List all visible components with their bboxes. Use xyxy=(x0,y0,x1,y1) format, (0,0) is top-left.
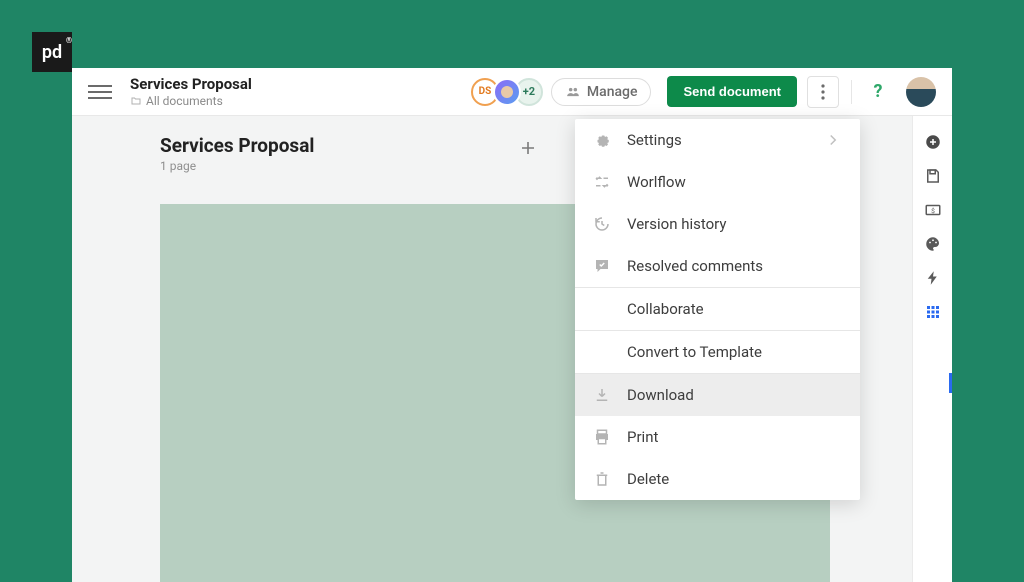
avatar-photo[interactable] xyxy=(493,78,521,106)
comment-check-icon xyxy=(593,257,611,275)
workflow-icon xyxy=(593,173,611,191)
gear-icon xyxy=(593,131,611,149)
menu-collaborate[interactable]: Collaborate xyxy=(575,288,860,330)
trash-icon xyxy=(593,470,611,488)
add-page-button[interactable] xyxy=(514,134,542,162)
avatar-stack: DS +2 xyxy=(477,78,543,106)
manage-button[interactable]: Manage xyxy=(551,78,652,106)
canvas-title: Services Proposal xyxy=(160,134,314,157)
variable-button[interactable]: $ xyxy=(923,200,943,220)
document-title: Services Proposal xyxy=(130,75,252,93)
menu-workflow[interactable]: Worlflow xyxy=(575,161,860,203)
actions-button[interactable] xyxy=(923,268,943,288)
breadcrumb[interactable]: All documents xyxy=(130,94,252,108)
title-block: Services Proposal All documents xyxy=(130,75,252,108)
divider xyxy=(851,80,852,104)
folder-icon xyxy=(130,95,142,107)
menu-version-history[interactable]: Version history xyxy=(575,203,860,245)
menu-download[interactable]: Download xyxy=(575,374,860,416)
page-count: 1 page xyxy=(160,159,314,173)
variable-icon: $ xyxy=(924,201,942,219)
kebab-icon xyxy=(821,84,825,100)
menu-convert-template[interactable]: Convert to Template xyxy=(575,331,860,373)
apps-button[interactable] xyxy=(923,302,943,322)
menu-settings[interactable]: Settings xyxy=(575,119,860,161)
brand-logo: pd xyxy=(32,32,72,72)
send-document-button[interactable]: Send document xyxy=(667,76,797,107)
topbar: Services Proposal All documents DS +2 Ma… xyxy=(72,68,952,116)
plus-icon xyxy=(520,140,536,156)
more-options-button[interactable] xyxy=(807,76,839,108)
svg-text:$: $ xyxy=(931,207,935,215)
save-button[interactable] xyxy=(923,166,943,186)
download-icon xyxy=(593,386,611,404)
options-dropdown: Settings Worlflow Version history Resolv… xyxy=(575,119,860,500)
history-icon xyxy=(593,215,611,233)
add-block-button[interactable] xyxy=(923,132,943,152)
help-button[interactable]: ? xyxy=(862,76,894,108)
right-rail: $ xyxy=(912,116,952,582)
menu-print[interactable]: Print xyxy=(575,416,860,458)
profile-avatar[interactable] xyxy=(906,77,936,107)
rail-indicator xyxy=(949,373,952,393)
chevron-right-icon xyxy=(824,131,842,149)
apps-icon xyxy=(924,303,942,321)
save-icon xyxy=(924,167,942,185)
plus-circle-icon xyxy=(924,133,942,151)
print-icon xyxy=(593,428,611,446)
menu-delete[interactable]: Delete xyxy=(575,458,860,500)
people-icon xyxy=(565,85,581,99)
theme-button[interactable] xyxy=(923,234,943,254)
menu-icon[interactable] xyxy=(88,80,112,104)
menu-resolved-comments[interactable]: Resolved comments xyxy=(575,245,860,287)
lightning-icon xyxy=(924,269,942,287)
palette-icon xyxy=(924,235,942,253)
